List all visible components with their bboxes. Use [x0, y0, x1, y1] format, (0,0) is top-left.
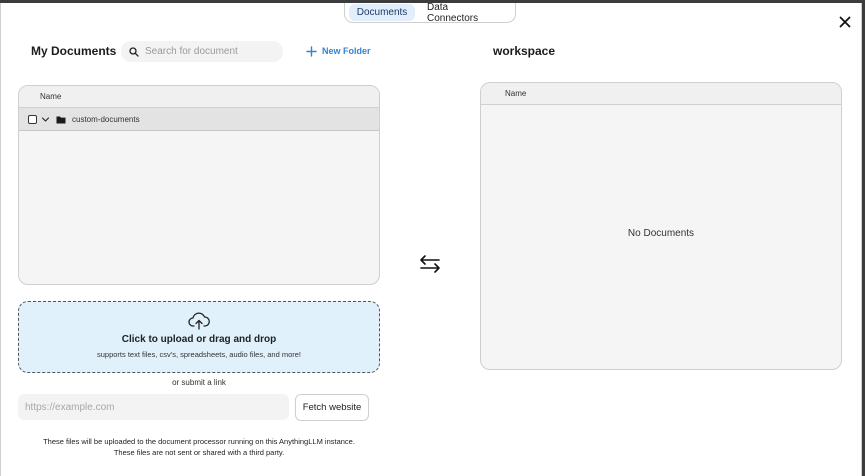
upload-footnote: These files will be uploaded to the docu… — [18, 436, 380, 458]
close-button[interactable] — [837, 14, 853, 30]
footnote-line-2: These files are not sent or shared with … — [113, 448, 285, 457]
cloud-upload-icon — [188, 312, 210, 330]
chevron-down-icon[interactable] — [41, 115, 50, 124]
no-documents-message: No Documents — [627, 228, 695, 239]
url-input[interactable] — [18, 394, 289, 420]
my-documents-header: Name — [19, 86, 379, 108]
tab-documents[interactable]: Documents — [349, 4, 415, 21]
or-submit-link-label: or submit a link — [172, 378, 226, 387]
upload-subtitle: supports text files, csv's, spreadsheets… — [96, 350, 302, 359]
my-documents-title: My Documents — [31, 44, 117, 58]
swap-arrows-icon — [420, 255, 440, 273]
upload-dropzone[interactable]: Click to upload or drag and drop support… — [18, 301, 380, 373]
search-icon — [129, 46, 139, 57]
workspace-title: workspace — [493, 44, 556, 58]
new-folder-button[interactable]: New Folder — [306, 44, 371, 58]
close-icon — [839, 16, 851, 28]
move-documents-button[interactable] — [417, 251, 443, 277]
fetch-website-button[interactable]: Fetch website — [295, 394, 369, 421]
my-documents-panel: Name custom-documents — [18, 85, 380, 285]
column-header-name: Name — [40, 92, 62, 101]
document-search[interactable] — [121, 41, 283, 62]
workspace-column-header-name: Name — [505, 89, 527, 98]
workspace-header: Name — [481, 83, 841, 105]
folder-name: custom-documents — [72, 114, 140, 124]
folder-icon — [56, 116, 66, 123]
folder-row[interactable]: custom-documents — [19, 108, 379, 131]
folder-checkbox[interactable] — [28, 114, 37, 124]
search-input[interactable] — [145, 46, 275, 57]
workspace-panel: Name No Documents — [480, 82, 842, 370]
footnote-line-1: These files will be uploaded to the docu… — [43, 437, 355, 446]
new-folder-label: New Folder — [322, 46, 371, 56]
plus-icon — [306, 45, 317, 57]
document-manager-modal: Documents Data Connectors My Documents N… — [0, 2, 862, 476]
tab-bar: Documents Data Connectors — [344, 2, 516, 24]
upload-title: Click to upload or drag and drop — [121, 334, 277, 345]
tab-data-connectors[interactable]: Data Connectors — [417, 2, 511, 24]
